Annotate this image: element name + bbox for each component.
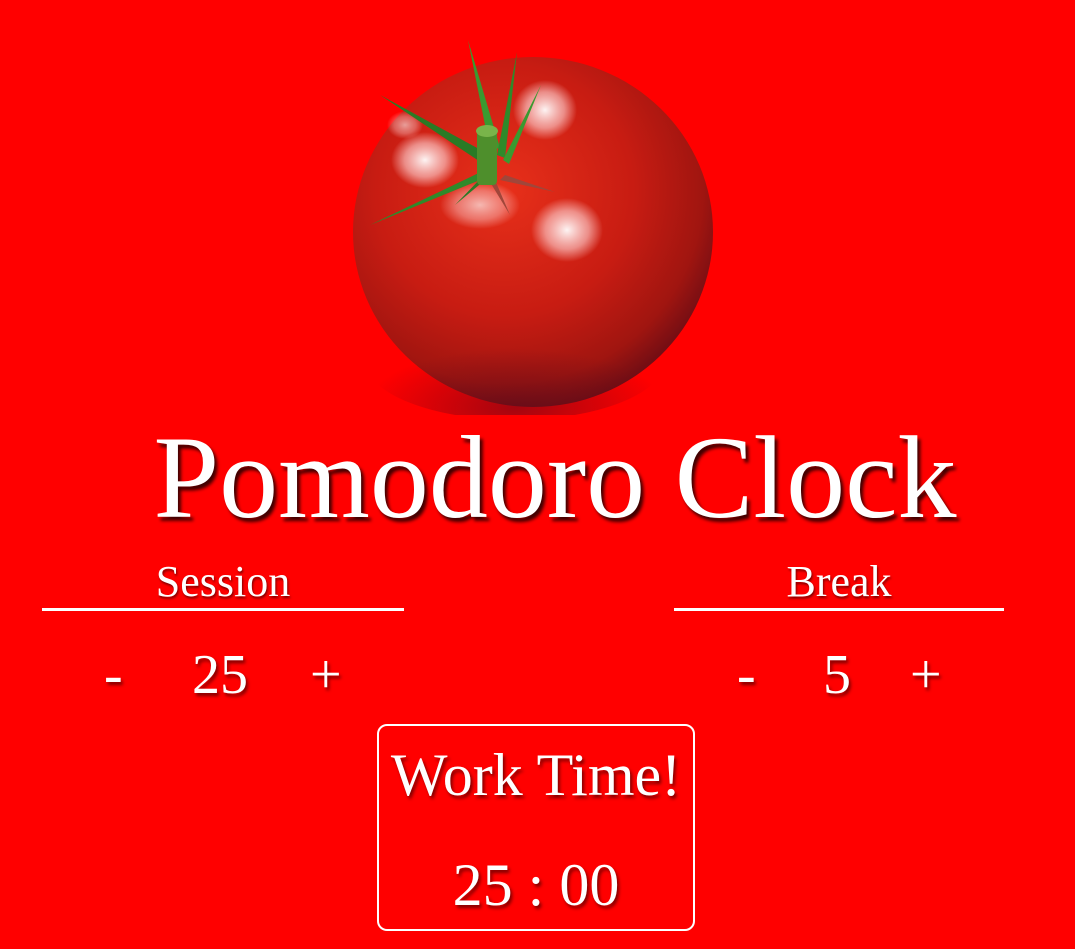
session-setting: Session [42, 556, 404, 611]
timer-display[interactable]: Work Time! 25 : 00 [377, 724, 695, 931]
timer-value: 25 : 00 [452, 852, 620, 918]
session-divider [42, 608, 404, 611]
break-divider [674, 608, 1004, 611]
session-decrement-button[interactable]: - [104, 640, 123, 710]
session-label: Session [155, 557, 291, 606]
break-decrement-button[interactable]: - [737, 640, 756, 710]
break-length-value: 5 [823, 644, 851, 706]
session-increment-button[interactable]: + [310, 640, 342, 710]
timer-label: Work Time! [390, 742, 682, 808]
tomato-icon [345, 30, 725, 420]
session-length-value: 25 [192, 644, 248, 706]
pomodoro-app: Pomodoro Clock Session Break - 25 + - 5 … [0, 0, 1075, 949]
break-setting: Break [674, 556, 1004, 611]
page-title: Pomodoro Clock [153, 412, 957, 543]
break-increment-button[interactable]: + [910, 640, 942, 710]
break-label: Break [786, 557, 892, 606]
